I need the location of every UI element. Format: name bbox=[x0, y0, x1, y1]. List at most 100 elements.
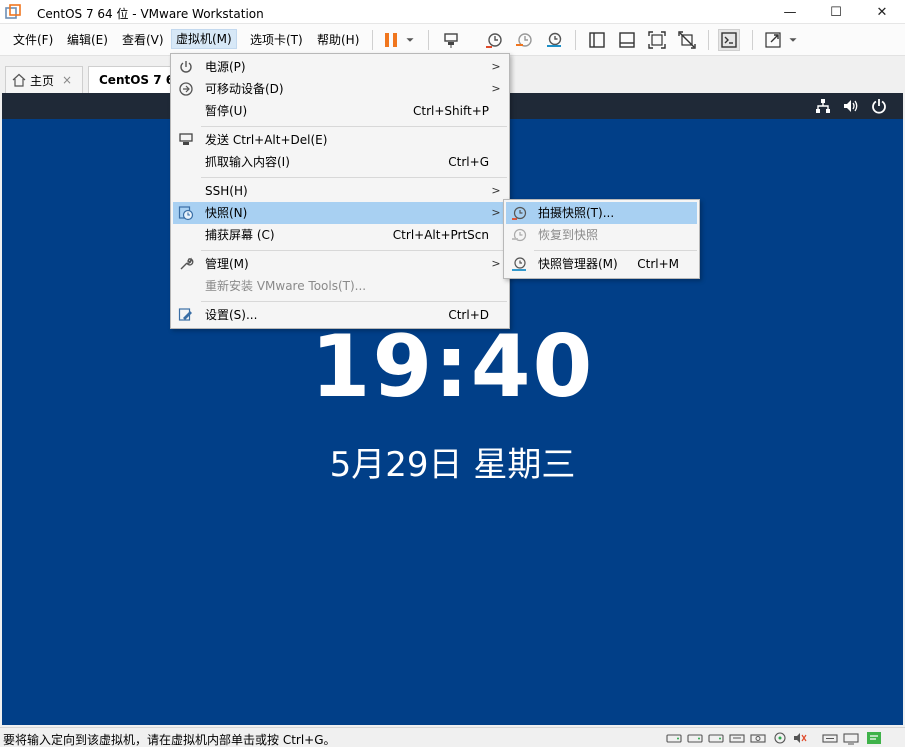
menu-item-label: 快照(N) bbox=[205, 206, 248, 220]
stretch-button[interactable] bbox=[762, 29, 784, 51]
power-dropdown-button[interactable] bbox=[402, 29, 418, 51]
revert-snapshot-button[interactable] bbox=[513, 29, 535, 51]
show-library-button[interactable] bbox=[586, 29, 608, 51]
submenu-arrow-icon: > bbox=[491, 257, 501, 270]
menu-item-label: 恢复到快照 bbox=[538, 228, 599, 242]
hdd-icon[interactable] bbox=[687, 731, 703, 745]
toolbar-separator bbox=[372, 30, 373, 50]
snapshot-menu-manager[interactable]: 快照管理器(M) Ctrl+M bbox=[506, 253, 697, 275]
close-button[interactable]: ✕ bbox=[859, 0, 905, 24]
hdd-icon[interactable] bbox=[666, 731, 682, 745]
menu-item-label: 设置(S)... bbox=[205, 308, 258, 322]
maximize-button[interactable]: ☐ bbox=[813, 0, 859, 24]
pause-icon bbox=[385, 33, 397, 47]
wrench-icon bbox=[180, 257, 194, 270]
show-library-icon bbox=[589, 32, 605, 48]
menu-item-shortcut: Ctrl+Alt+PrtScn bbox=[392, 228, 489, 242]
console-view-button[interactable] bbox=[718, 29, 740, 51]
sound-icon[interactable] bbox=[792, 731, 808, 745]
thumbnail-bar-button[interactable] bbox=[616, 29, 638, 51]
message-icon[interactable] bbox=[866, 731, 882, 745]
network-icon[interactable] bbox=[729, 731, 745, 745]
tab-label: 主页 bbox=[30, 73, 55, 88]
vm-menu-pause[interactable]: 暂停(U) Ctrl+Shift+P bbox=[173, 100, 507, 122]
snapshot-icon bbox=[178, 206, 194, 221]
menu-item-label: 捕获屏幕 (C) bbox=[205, 228, 275, 242]
toolbar-separator bbox=[752, 30, 753, 50]
dropdown-caret-icon bbox=[406, 38, 414, 42]
volume-icon[interactable] bbox=[842, 97, 860, 115]
fullscreen-icon bbox=[648, 31, 666, 49]
revert-snapshot-icon bbox=[512, 228, 527, 242]
menu-view[interactable]: 查看(V) bbox=[118, 30, 168, 50]
cdrom-icon[interactable] bbox=[750, 731, 766, 745]
menu-toolbar-bar: 文件(F) 编辑(E) 查看(V) 虚拟机(M) 选项卡(T) 帮助(H) bbox=[0, 24, 905, 56]
snapshot-menu-revert: 恢复到快照 bbox=[506, 224, 697, 246]
tab-centos[interactable]: CentOS 7 6 bbox=[88, 66, 172, 93]
removable-device-icon bbox=[179, 82, 193, 96]
power-icon bbox=[180, 61, 192, 73]
vm-menu-grab-input[interactable]: 抓取输入内容(I) Ctrl+G bbox=[173, 151, 507, 173]
snapshot-submenu: 拍摄快照(T)... 恢复到快照 快照管理器(M) Ctrl+M bbox=[503, 199, 700, 279]
menu-edit[interactable]: 编辑(E) bbox=[63, 30, 112, 50]
take-snapshot-button[interactable] bbox=[483, 29, 505, 51]
fullscreen-button[interactable] bbox=[646, 29, 668, 51]
menu-separator bbox=[201, 126, 507, 127]
power-icon[interactable] bbox=[870, 97, 888, 115]
menu-item-label: SSH(H) bbox=[205, 184, 248, 198]
tab-home[interactable]: 主页 × bbox=[5, 66, 83, 93]
menu-item-shortcut: Ctrl+M bbox=[637, 257, 679, 271]
usb-icon[interactable] bbox=[772, 731, 788, 745]
send-ctrl-alt-del-button[interactable] bbox=[440, 29, 462, 51]
snapshot-manager-icon bbox=[512, 257, 526, 271]
vm-menu-capture-screen[interactable]: 捕获屏幕 (C) Ctrl+Alt+PrtScn bbox=[173, 224, 507, 246]
pause-button[interactable] bbox=[380, 29, 402, 51]
status-message: 要将输入定向到该虚拟机，请在虚拟机内部单击或按 Ctrl+G。 bbox=[3, 733, 336, 747]
menu-file[interactable]: 文件(F) bbox=[9, 30, 57, 50]
menu-item-label: 管理(M) bbox=[205, 257, 249, 271]
printer-icon[interactable] bbox=[822, 731, 838, 745]
vm-menu-ssh[interactable]: SSH(H) > bbox=[173, 180, 507, 202]
vm-menu-reinstall-tools: 重新安装 VMware Tools(T)... bbox=[173, 275, 507, 297]
home-icon bbox=[12, 73, 26, 87]
vm-menu-removable-devices[interactable]: 可移动设备(D) > bbox=[173, 78, 507, 100]
network-icon[interactable] bbox=[814, 97, 832, 115]
revert-snapshot-icon bbox=[516, 33, 532, 47]
vm-menu-settings[interactable]: 设置(S)... Ctrl+D bbox=[173, 304, 507, 326]
menu-tabs[interactable]: 选项卡(T) bbox=[246, 30, 307, 50]
vm-menu-dropdown: 电源(P) > 可移动设备(D) > 暂停(U) Ctrl+Shift+P 发送… bbox=[170, 53, 510, 329]
vm-menu-send-ctrl-alt-del[interactable]: 发送 Ctrl+Alt+Del(E) bbox=[173, 129, 507, 151]
menu-separator bbox=[201, 301, 507, 302]
menu-item-label: 拍摄快照(T)... bbox=[538, 206, 615, 220]
tab-label: CentOS 7 6 bbox=[99, 73, 172, 87]
menu-item-label: 电源(P) bbox=[205, 60, 246, 74]
submenu-arrow-icon: > bbox=[491, 82, 501, 95]
unity-button[interactable] bbox=[676, 29, 698, 51]
snapshot-manager-button[interactable] bbox=[543, 29, 565, 51]
title-bar: CentOS 7 64 位 - VMware Workstation — ☐ ✕ bbox=[0, 0, 905, 24]
display-icon[interactable] bbox=[843, 731, 859, 745]
vm-menu-snapshot[interactable]: 快照(N) > bbox=[173, 202, 507, 224]
vm-menu-manage[interactable]: 管理(M) > bbox=[173, 253, 507, 275]
vm-menu-power[interactable]: 电源(P) > bbox=[173, 56, 507, 78]
thumbnail-bar-icon bbox=[619, 32, 635, 48]
menu-item-label: 发送 Ctrl+Alt+Del(E) bbox=[205, 133, 328, 147]
submenu-arrow-icon: > bbox=[491, 206, 501, 219]
toolbar-separator bbox=[428, 30, 429, 50]
minimize-button[interactable]: — bbox=[767, 0, 813, 24]
hdd-icon[interactable] bbox=[708, 731, 724, 745]
submenu-arrow-icon: > bbox=[491, 184, 501, 197]
menu-separator bbox=[201, 177, 507, 178]
menu-item-label: 重新安装 VMware Tools(T)... bbox=[205, 279, 367, 293]
toolbar-separator bbox=[708, 30, 709, 50]
menu-item-shortcut: Ctrl+Shift+P bbox=[413, 104, 489, 118]
menu-item-label: 可移动设备(D) bbox=[205, 82, 284, 96]
stretch-dropdown-button[interactable] bbox=[785, 29, 801, 51]
status-bar: 要将输入定向到该虚拟机，请在虚拟机内部单击或按 Ctrl+G。 bbox=[0, 727, 905, 747]
menu-help[interactable]: 帮助(H) bbox=[313, 30, 363, 50]
snapshot-menu-take[interactable]: 拍摄快照(T)... bbox=[506, 202, 697, 224]
snapshot-manager-icon bbox=[547, 32, 562, 47]
take-snapshot-icon bbox=[486, 33, 502, 48]
menu-vm[interactable]: 虚拟机(M) bbox=[171, 29, 237, 49]
tab-close-button[interactable]: × bbox=[62, 73, 72, 87]
